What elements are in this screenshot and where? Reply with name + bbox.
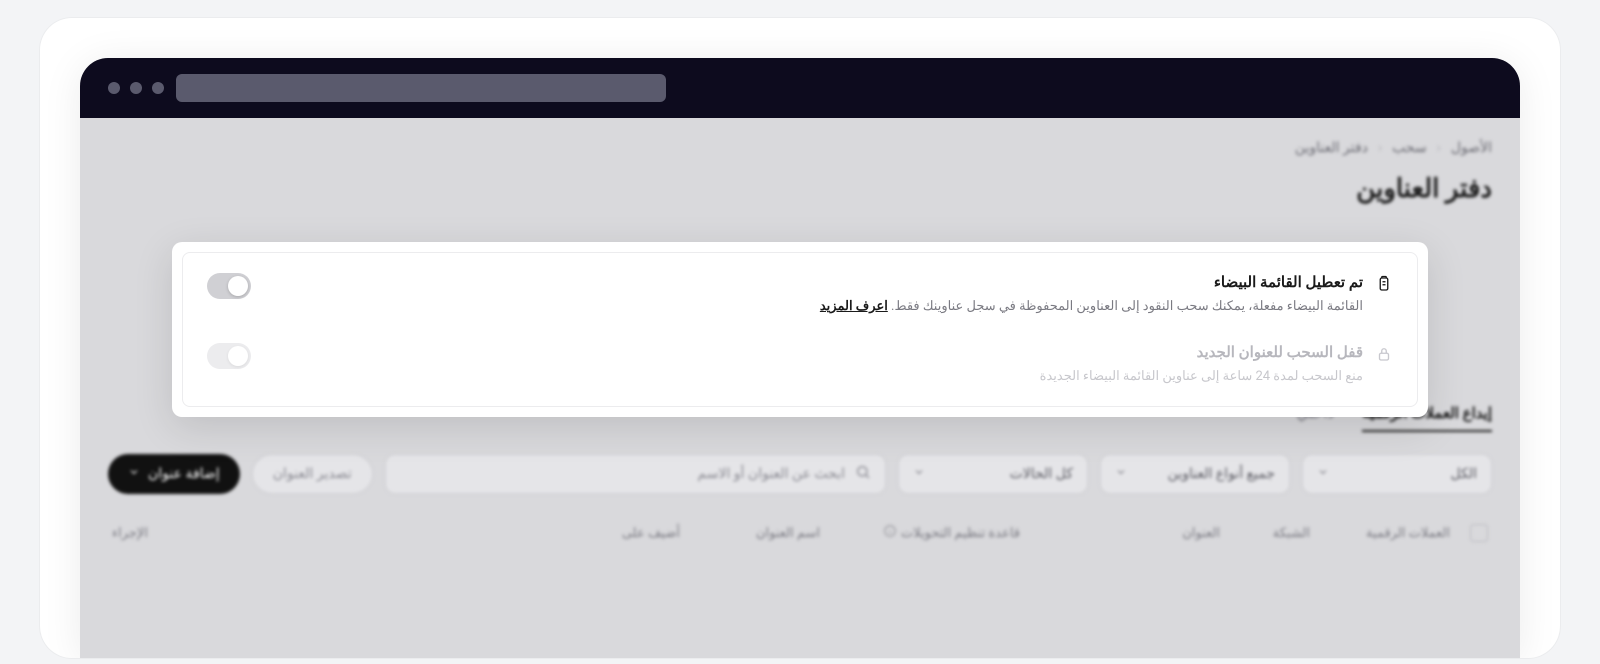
add-address-button[interactable]: إضافة عنوان: [108, 454, 240, 494]
filter-status[interactable]: كل الحالات: [898, 454, 1088, 494]
filter-all[interactable]: الكل: [1302, 454, 1492, 494]
filter-label: جميع أنواع العناوين: [1168, 466, 1275, 482]
th-address-name: اسم العنوان: [700, 526, 820, 541]
row-text: تم تعطيل القائمة البيضاء القائمة البيضاء…: [820, 273, 1393, 317]
withdraw-lock-title: قفل السحب للعنوان الجديد: [1040, 343, 1363, 361]
browser-window: الأصول ‹ سحب ‹ دفتر العناوين دفتر العناو…: [80, 58, 1520, 658]
page-title: دفتر العناوين: [108, 174, 1492, 204]
select-all-checkbox[interactable]: [1470, 524, 1488, 542]
search-icon: [855, 464, 871, 484]
th-crypto: العملات الرقمية: [1330, 526, 1450, 541]
info-icon: [883, 524, 897, 542]
whitelist-settings-card: تم تعطيل القائمة البيضاء القائمة البيضاء…: [172, 242, 1428, 417]
table-header: العملات الرقمية الشبكة العنوان قاعدة تنظ…: [108, 524, 1492, 542]
filter-label: الكل: [1451, 466, 1478, 482]
filter-bar: الكل جميع أنواع العناوين كل الحالات: [108, 454, 1492, 494]
card-inner: تم تعطيل القائمة البيضاء القائمة البيضاء…: [182, 252, 1418, 407]
window-dot: [108, 82, 120, 94]
filter-address-types[interactable]: جميع أنواع العناوين: [1100, 454, 1290, 494]
row-text: قفل السحب للعنوان الجديد منع السحب لمدة …: [1040, 343, 1393, 387]
search-placeholder: ابحث عن العنوان أو الاسم: [697, 466, 845, 482]
breadcrumb-item[interactable]: الأصول: [1451, 140, 1492, 156]
window-dot: [152, 82, 164, 94]
chevron-down-icon: [913, 466, 925, 482]
chevron-down-icon: [128, 466, 140, 482]
th-transfer-rule: قاعدة تنظيم التحويلات: [840, 524, 1020, 542]
withdraw-lock-toggle: [207, 343, 251, 369]
whitelist-title: تم تعطيل القائمة البيضاء: [820, 273, 1363, 291]
toggle-knob: [228, 276, 248, 296]
page-content: الأصول ‹ سحب ‹ دفتر العناوين دفتر العناو…: [80, 118, 1520, 658]
breadcrumb-sep: ‹: [1378, 140, 1382, 156]
search-input[interactable]: ابحث عن العنوان أو الاسم: [385, 454, 886, 494]
breadcrumb-item[interactable]: دفتر العناوين: [1295, 140, 1368, 156]
lock-icon: [1375, 343, 1393, 367]
whitelist-desc: القائمة البيضاء مفعلة، يمكنك سحب النقود …: [820, 297, 1363, 317]
th-network: الشبكة: [1240, 526, 1310, 541]
th-action: الإجراء: [112, 526, 540, 541]
chevron-down-icon: [1115, 466, 1127, 482]
url-bar[interactable]: [176, 74, 666, 102]
withdraw-lock-row: قفل السحب للعنوان الجديد منع السحب لمدة …: [207, 343, 1393, 387]
whitelist-toggle[interactable]: [207, 273, 251, 299]
breadcrumb: الأصول ‹ سحب ‹ دفتر العناوين: [108, 140, 1492, 156]
whitelist-desc-text: القائمة البيضاء مفعلة، يمكنك سحب النقود …: [891, 299, 1363, 314]
window-dot: [130, 82, 142, 94]
th-transfer-rule-label: قاعدة تنظيم التحويلات: [901, 526, 1020, 541]
add-label: إضافة عنوان: [148, 466, 220, 482]
th-address: العنوان: [1040, 526, 1220, 541]
withdraw-lock-desc: منع السحب لمدة 24 ساعة إلى عناوين القائم…: [1040, 367, 1363, 387]
export-button[interactable]: تصدير العنوان: [252, 454, 373, 494]
export-label: تصدير العنوان: [273, 466, 352, 482]
browser-bar: [80, 58, 1520, 118]
chevron-down-icon: [1317, 466, 1329, 482]
learn-more-link[interactable]: اعرف المزيد: [820, 299, 888, 314]
clipboard-icon: [1375, 273, 1393, 297]
whitelist-row: تم تعطيل القائمة البيضاء القائمة البيضاء…: [207, 273, 1393, 317]
toggle-knob: [228, 346, 248, 366]
window-controls: [108, 82, 164, 94]
breadcrumb-item[interactable]: سحب: [1392, 140, 1427, 156]
filter-label: كل الحالات: [1010, 466, 1073, 482]
breadcrumb-sep: ‹: [1437, 140, 1441, 156]
th-added-on: أضيف على: [560, 526, 680, 541]
device-frame: الأصول ‹ سحب ‹ دفتر العناوين دفتر العناو…: [40, 18, 1560, 658]
